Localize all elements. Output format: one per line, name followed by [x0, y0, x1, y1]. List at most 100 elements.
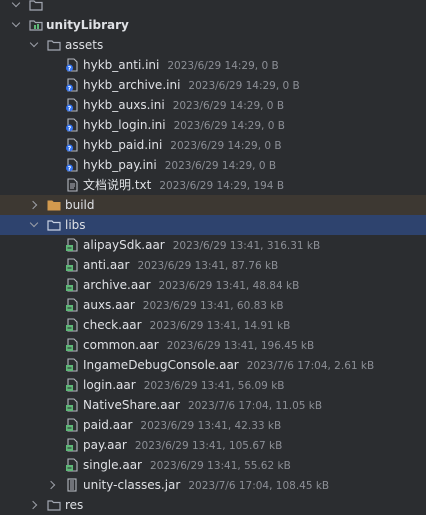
- file-meta: 2023/6/29 13:41, 55.62 kB: [149, 460, 291, 472]
- file-meta: 2023/6/29 13:41, 87.76 kB: [137, 260, 279, 272]
- file-name: hykb_login.ini: [83, 118, 166, 132]
- module-folder-icon: [29, 18, 43, 32]
- file-meta: 2023/6/29 14:29, 0 B: [173, 120, 285, 132]
- file-name: check.aar: [83, 318, 142, 332]
- tree-row-top-partial: [0, 0, 426, 15]
- tree-row-file[interactable]: hykb_archive.ini 2023/6/29 14:29, 0 B: [0, 75, 426, 95]
- file-name: auxs.aar: [83, 298, 135, 312]
- file-meta: 2023/7/6 17:04, 2.61 kB: [246, 360, 375, 372]
- file-meta: 2023/7/6 17:04, 11.05 kB: [187, 400, 323, 412]
- folder-name: res: [65, 498, 84, 512]
- chevron-right-icon[interactable]: [49, 481, 57, 489]
- file-meta: 2023/6/29 13:41, 56.09 kB: [143, 380, 285, 392]
- unknown-file-icon: [65, 158, 79, 172]
- unknown-file-icon: [65, 58, 79, 72]
- file-meta: 2023/7/6 17:04, 108.45 kB: [188, 480, 330, 492]
- folder-icon: [47, 498, 61, 512]
- file-meta: 2023/6/29 14:29, 0 B: [188, 80, 300, 92]
- file-meta: 2023/6/29 14:29, 0 B: [164, 160, 277, 172]
- aar-file-icon: [65, 358, 79, 372]
- jar-file-icon: [65, 478, 79, 492]
- tree-row-file[interactable]: hykb_login.ini 2023/6/29 14:29, 0 B: [0, 115, 426, 135]
- file-name: pay.aar: [83, 438, 127, 452]
- tree-row-module[interactable]: unityLibrary: [0, 15, 426, 35]
- tree-row-file[interactable]: anti.aar 2023/6/29 13:41, 87.76 kB: [0, 255, 426, 275]
- tree-row-file[interactable]: IngameDebugConsole.aar 2023/7/6 17:04, 2.…: [0, 355, 426, 375]
- chevron-right-icon[interactable]: [31, 201, 39, 209]
- aar-file-icon: [65, 378, 79, 392]
- text-file-icon: [65, 178, 79, 192]
- tree-row-assets[interactable]: assets: [0, 35, 426, 55]
- unknown-file-icon: [65, 138, 79, 152]
- tree-row-file[interactable]: pay.aar 2023/6/29 13:41, 105.67 kB: [0, 435, 426, 455]
- folder-name: build: [65, 198, 95, 212]
- tree-row-file[interactable]: common.aar 2023/6/29 13:41, 196.45 kB: [0, 335, 426, 355]
- aar-file-icon: [65, 258, 79, 272]
- excluded-folder-icon: [47, 198, 61, 212]
- module-name: unityLibrary: [46, 18, 129, 32]
- file-meta: 2023/6/29 14:29, 0 B: [167, 60, 279, 72]
- tree-row-file[interactable]: NativeShare.aar 2023/7/6 17:04, 11.05 kB: [0, 395, 426, 415]
- file-meta: 2023/6/29 13:41, 316.31 kB: [172, 240, 321, 252]
- chevron-down-icon[interactable]: [12, 1, 20, 9]
- file-name: hykb_anti.ini: [83, 58, 160, 72]
- tree-row-build[interactable]: build: [0, 195, 426, 215]
- file-meta: 2023/6/29 13:41, 105.67 kB: [134, 440, 283, 452]
- tree-row-res[interactable]: res: [0, 495, 426, 515]
- tree-row-file[interactable]: alipaySdk.aar 2023/6/29 13:41, 316.31 kB: [0, 235, 426, 255]
- tree-row-file[interactable]: paid.aar 2023/6/29 13:41, 42.33 kB: [0, 415, 426, 435]
- file-name: hykb_paid.ini: [83, 138, 163, 152]
- tree-row-file[interactable]: hykb_auxs.ini 2023/6/29 14:29, 0 B: [0, 95, 426, 115]
- chevron-down-icon[interactable]: [30, 41, 38, 49]
- file-name: common.aar: [83, 338, 159, 352]
- tree-row-file[interactable]: archive.aar 2023/6/29 13:41, 48.84 kB: [0, 275, 426, 295]
- folder-icon: [47, 38, 61, 52]
- tree-row-file[interactable]: hykb_paid.ini 2023/6/29 14:29, 0 B: [0, 135, 426, 155]
- folder-icon: [47, 218, 61, 232]
- file-name: unity-classes.jar: [83, 478, 181, 492]
- folder-name: assets: [65, 38, 104, 52]
- aar-file-icon: [65, 238, 79, 252]
- aar-file-icon: [65, 418, 79, 432]
- aar-file-icon: [65, 318, 79, 332]
- file-name: anti.aar: [83, 258, 130, 272]
- file-name: hykb_auxs.ini: [83, 98, 165, 112]
- unknown-file-icon: [65, 98, 79, 112]
- tree-row-file[interactable]: 文档说明.txt 2023/6/29 14:29, 194 B: [0, 175, 426, 195]
- aar-file-icon: [65, 438, 79, 452]
- tree-row-file[interactable]: login.aar 2023/6/29 13:41, 56.09 kB: [0, 375, 426, 395]
- file-name: 文档说明.txt: [83, 178, 152, 192]
- chevron-down-icon[interactable]: [12, 21, 20, 29]
- file-name: hykb_pay.ini: [83, 158, 157, 172]
- file-meta: 2023/6/29 13:41, 48.84 kB: [158, 280, 300, 292]
- file-meta: 2023/6/29 13:41, 196.45 kB: [166, 340, 315, 352]
- tree-row-file[interactable]: hykb_pay.ini 2023/6/29 14:29, 0 B: [0, 155, 426, 175]
- aar-file-icon: [65, 338, 79, 352]
- tree-row-jar[interactable]: unity-classes.jar 2023/7/6 17:04, 108.45 …: [0, 475, 426, 495]
- file-meta: 2023/6/29 14:29, 0 B: [172, 100, 285, 112]
- folder-icon: [29, 0, 43, 12]
- tree-row-file[interactable]: hykb_anti.ini 2023/6/29 14:29, 0 B: [0, 55, 426, 75]
- project-tree: unityLibrary assets hykb_anti.ini 2023/6/…: [0, 0, 426, 515]
- unknown-file-icon: [65, 118, 79, 132]
- folder-name: libs: [65, 218, 86, 232]
- aar-file-icon: [65, 458, 79, 472]
- aar-file-icon: [65, 398, 79, 412]
- tree-row-file[interactable]: check.aar 2023/6/29 13:41, 14.91 kB: [0, 315, 426, 335]
- file-name: single.aar: [83, 458, 142, 472]
- file-name: paid.aar: [83, 418, 133, 432]
- aar-file-icon: [65, 278, 79, 292]
- file-name: NativeShare.aar: [83, 398, 180, 412]
- file-name: alipaySdk.aar: [83, 238, 165, 252]
- file-name: login.aar: [83, 378, 136, 392]
- file-meta: 2023/6/29 13:41, 42.33 kB: [140, 420, 282, 432]
- tree-row-file[interactable]: auxs.aar 2023/6/29 13:41, 60.83 kB: [0, 295, 426, 315]
- tree-row-file[interactable]: single.aar 2023/6/29 13:41, 55.62 kB: [0, 455, 426, 475]
- file-name: hykb_archive.ini: [83, 78, 181, 92]
- file-meta: 2023/6/29 13:41, 14.91 kB: [149, 320, 291, 332]
- tree-row-libs[interactable]: libs: [0, 215, 426, 235]
- aar-file-icon: [65, 298, 79, 312]
- chevron-right-icon[interactable]: [31, 501, 39, 509]
- chevron-down-icon[interactable]: [30, 221, 38, 229]
- file-meta: 2023/6/29 13:41, 60.83 kB: [142, 300, 284, 312]
